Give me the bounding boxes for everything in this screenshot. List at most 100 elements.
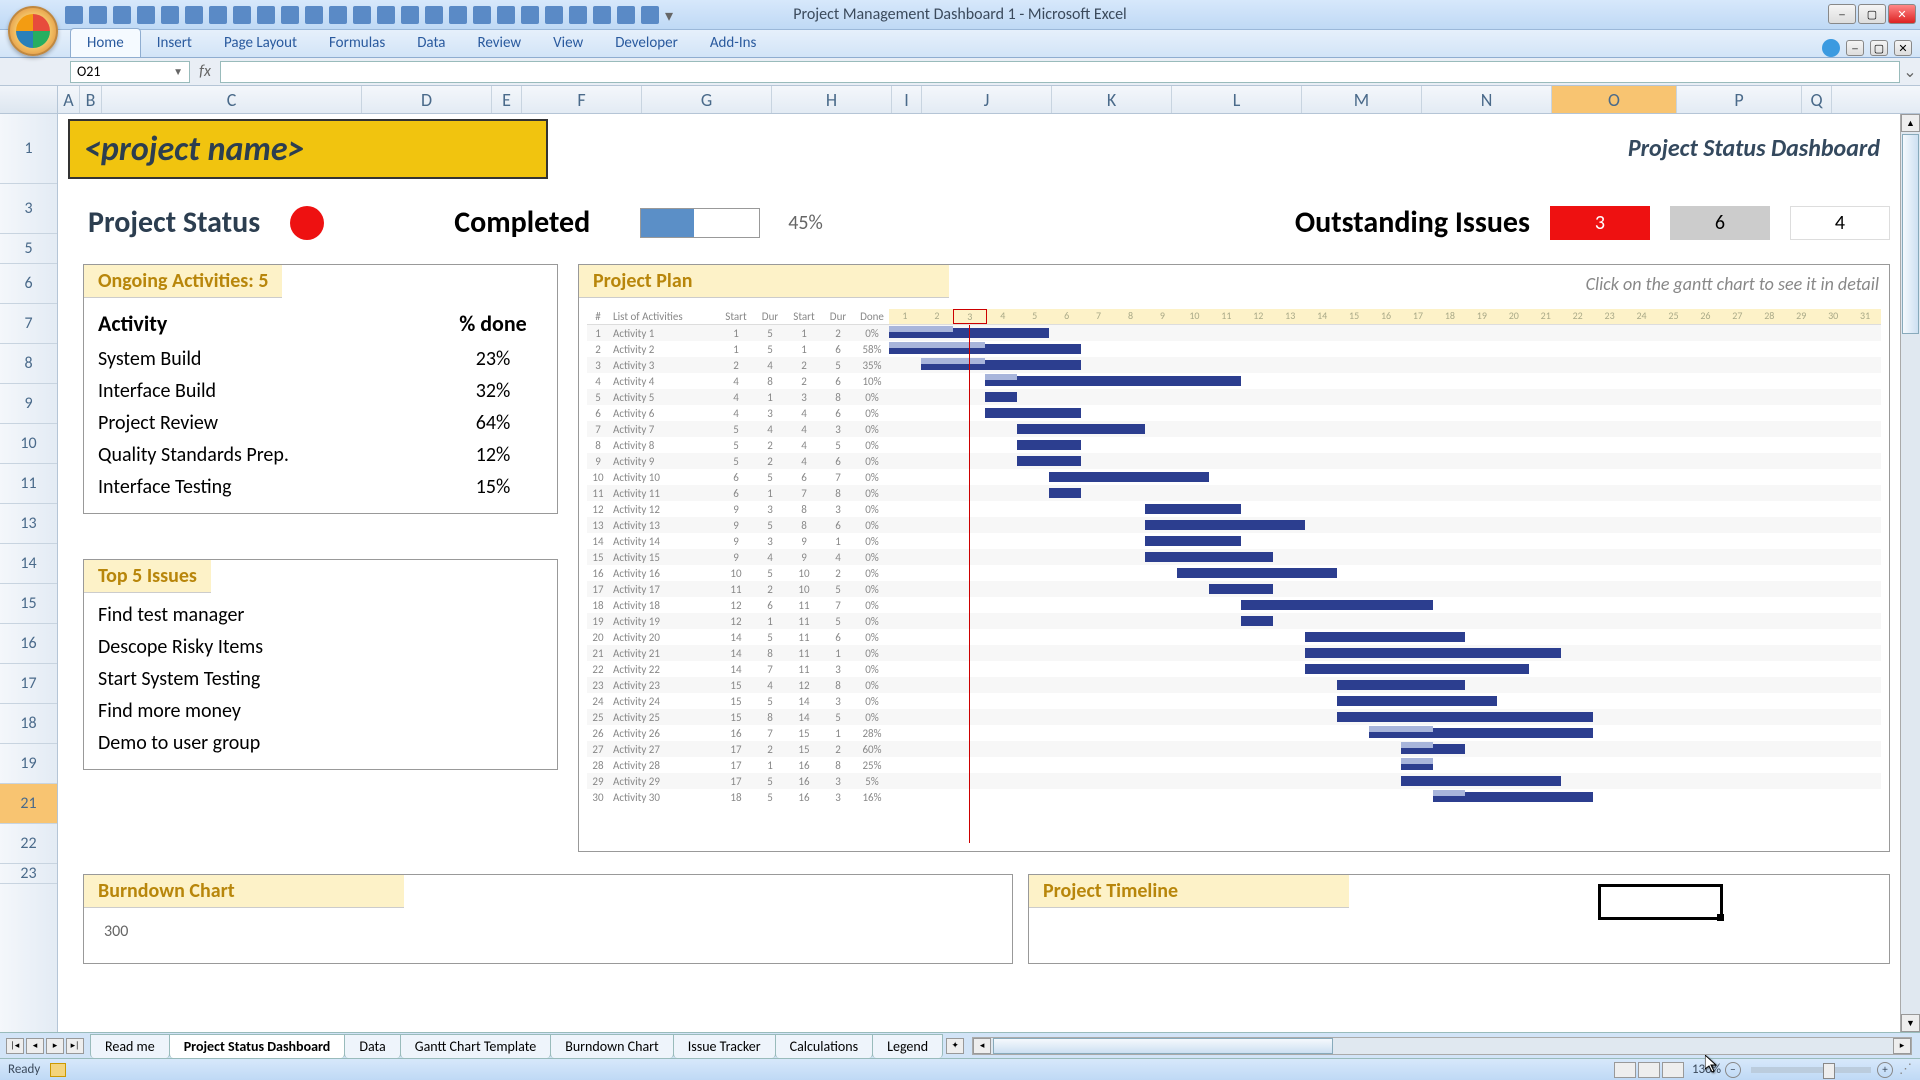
qat-icon[interactable] [233,6,251,24]
sheet-tab[interactable]: Calculations [775,1034,873,1058]
sheet-tab[interactable]: Issue Tracker [673,1034,776,1058]
row-header[interactable]: 9 [0,384,57,424]
qat-icon[interactable] [593,6,611,24]
qat-icon[interactable] [641,6,659,24]
qat-icon[interactable] [185,6,203,24]
ribbon-tab-formulas[interactable]: Formulas [313,29,401,57]
qat-icon[interactable] [329,6,347,24]
hscroll-thumb[interactable] [993,1038,1333,1054]
horizontal-scrollbar[interactable]: ◂ ▸ [972,1037,1912,1055]
column-header[interactable]: N [1422,86,1552,113]
doc-close-button[interactable]: ✕ [1894,40,1912,56]
tab-last-button[interactable]: ▸| [66,1038,84,1054]
tab-next-button[interactable]: ▸ [46,1038,64,1054]
doc-minimize-button[interactable]: ─ [1846,40,1864,56]
column-header[interactable]: K [1052,86,1172,113]
qat-icon[interactable] [545,6,563,24]
redo-icon[interactable] [113,6,131,24]
qat-icon[interactable] [377,6,395,24]
project-plan-panel[interactable]: Project Plan Click on the gantt chart to… [578,264,1890,852]
save-icon[interactable] [65,6,83,24]
formula-input[interactable] [220,61,1900,83]
row-header[interactable]: 18 [0,704,57,744]
tab-first-button[interactable]: |◂ [6,1038,24,1054]
help-icon[interactable] [1822,39,1840,57]
zoom-in-button[interactable]: + [1877,1062,1893,1078]
fx-button[interactable]: fx [190,62,220,81]
row-header[interactable]: 13 [0,504,57,544]
doc-restore-button[interactable]: ▢ [1870,40,1888,56]
column-header[interactable]: J [922,86,1052,113]
qat-icon[interactable] [521,6,539,24]
normal-view-button[interactable] [1614,1062,1636,1078]
new-sheet-button[interactable]: ✦ [946,1038,964,1054]
qat-icon[interactable] [425,6,443,24]
resize-grip-icon[interactable]: ⋰ [1899,1062,1912,1077]
ribbon-tab-add-ins[interactable]: Add-Ins [694,29,773,57]
column-header[interactable]: D [362,86,492,113]
row-header[interactable]: 22 [0,824,57,864]
ribbon-tab-insert[interactable]: Insert [141,29,208,57]
qat-icon[interactable] [497,6,515,24]
column-header[interactable]: C [102,86,362,113]
column-header[interactable]: P [1677,86,1802,113]
zoom-level[interactable]: 130% [1692,1062,1721,1077]
zoom-slider[interactable] [1751,1067,1871,1073]
qat-icon[interactable] [569,6,587,24]
qat-icon[interactable] [617,6,635,24]
row-header[interactable]: 15 [0,584,57,624]
row-header[interactable]: 23 [0,864,57,884]
qat-more-icon[interactable]: ▾ [665,6,675,24]
qat-icon[interactable] [137,6,155,24]
sheet-tab[interactable]: Data [344,1034,400,1058]
name-box[interactable]: O21 ▼ [70,61,190,83]
pagebreak-view-button[interactable] [1662,1062,1684,1078]
sheet-tab[interactable]: Burndown Chart [550,1034,674,1058]
close-button[interactable]: ✕ [1888,4,1916,24]
qat-icon[interactable] [161,6,179,24]
select-all-corner[interactable] [0,86,58,113]
qat-icon[interactable] [401,6,419,24]
pagelayout-view-button[interactable] [1638,1062,1660,1078]
minimize-button[interactable]: ─ [1828,4,1856,24]
column-header[interactable]: M [1302,86,1422,113]
project-name-cell[interactable]: <project name> [68,119,548,179]
row-header[interactable]: 6 [0,264,57,304]
ribbon-tab-home[interactable]: Home [70,28,141,57]
zoom-out-button[interactable]: − [1725,1062,1741,1078]
formula-expand-icon[interactable]: ⌄ [1900,62,1920,82]
column-header[interactable]: I [892,86,922,113]
column-header[interactable]: A [58,86,80,113]
row-header[interactable]: 10 [0,424,57,464]
column-header[interactable]: F [522,86,642,113]
qat-icon[interactable] [257,6,275,24]
qat-icon[interactable] [281,6,299,24]
column-header[interactable]: L [1172,86,1302,113]
macro-record-icon[interactable] [50,1063,66,1077]
qat-icon[interactable] [473,6,491,24]
scroll-left-button[interactable]: ◂ [973,1038,991,1054]
column-header[interactable]: O [1552,86,1677,113]
scroll-down-button[interactable]: ▼ [1901,1014,1920,1032]
row-header[interactable]: 8 [0,344,57,384]
column-header[interactable]: E [492,86,522,113]
ribbon-tab-review[interactable]: Review [462,29,538,57]
row-header[interactable]: 16 [0,624,57,664]
qat-icon[interactable] [353,6,371,24]
vertical-scrollbar[interactable]: ▲ ▼ [1900,114,1920,1032]
row-header[interactable]: 11 [0,464,57,504]
row-header[interactable]: 5 [0,234,57,264]
qat-icon[interactable] [449,6,467,24]
maximize-button[interactable]: ▢ [1858,4,1886,24]
ribbon-tab-developer[interactable]: Developer [599,29,694,57]
sheet-tab[interactable]: Legend [872,1034,943,1058]
ribbon-tab-data[interactable]: Data [401,29,461,57]
tab-prev-button[interactable]: ◂ [26,1038,44,1054]
row-header[interactable]: 7 [0,304,57,344]
row-header[interactable]: 3 [0,184,57,234]
scroll-up-button[interactable]: ▲ [1901,114,1920,132]
column-header[interactable]: G [642,86,772,113]
column-header[interactable]: H [772,86,892,113]
worksheet[interactable]: <project name> Project Status Dashboard … [58,114,1920,1032]
qat-icon[interactable] [209,6,227,24]
